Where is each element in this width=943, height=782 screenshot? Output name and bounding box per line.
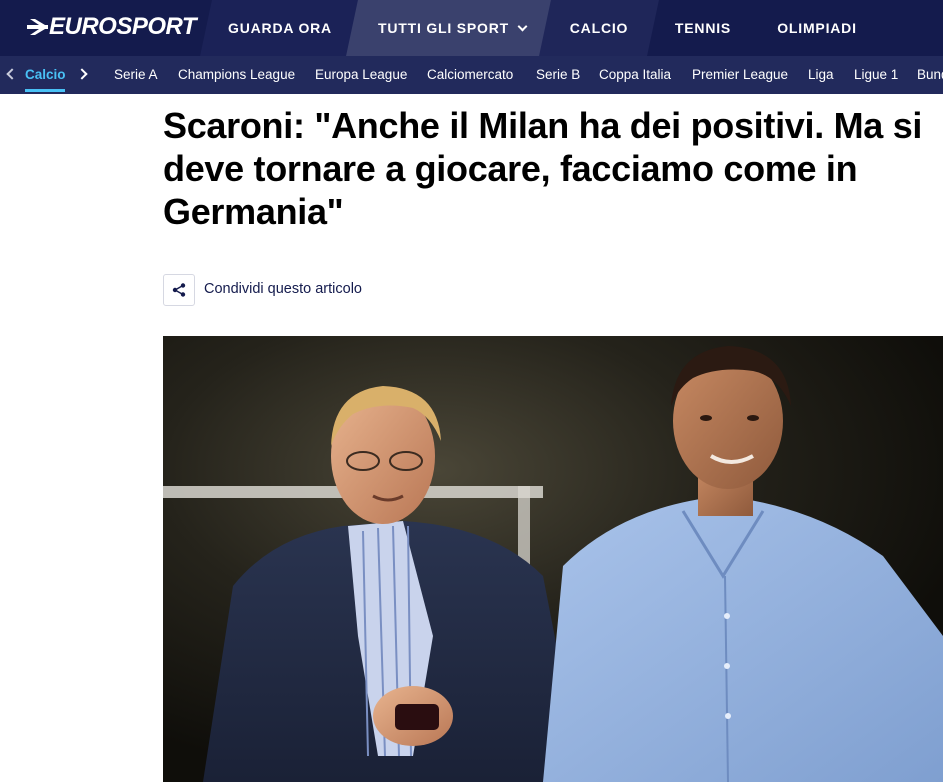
eurosport-logo[interactable]: EUROSPORT	[26, 12, 197, 42]
subnav-item-liga[interactable]: Liga	[808, 56, 834, 94]
subnav-item-serie-b[interactable]: Serie B	[536, 56, 580, 94]
eurosport-star-icon	[27, 19, 48, 35]
sub-navigation: Calcio Serie A Champions League Europa L…	[0, 56, 943, 94]
subnav-active-underline	[25, 89, 65, 92]
logo-text: EUROSPORT	[49, 13, 197, 40]
nav-tennis-label: TENNIS	[674, 20, 732, 36]
subnav-item-champions-league[interactable]: Champions League	[178, 56, 295, 94]
subnav-item-coppa-italia[interactable]: Coppa Italia	[599, 56, 671, 94]
hero-illustration	[163, 336, 943, 782]
share-button[interactable]	[163, 274, 195, 306]
chevron-right-icon[interactable]	[76, 68, 88, 80]
nav-guarda-ora-label: GUARDA ORA	[228, 20, 332, 36]
nav-olimpiadi-label: OLIMPIADI	[777, 20, 857, 36]
subnav-item-europa-league[interactable]: Europa League	[315, 56, 407, 94]
article-title: Scaroni: "Anche il Milan ha dei positivi…	[163, 105, 923, 232]
nav-calcio[interactable]: CALCIO	[552, 0, 646, 56]
top-navigation: EUROSPORT GUARDA ORA TUTTI GLI SPORT CAL…	[0, 0, 943, 56]
subnav-item-premier-league[interactable]: Premier League	[692, 56, 788, 94]
subnav-item-calciomercato[interactable]: Calciomercato	[427, 56, 513, 94]
share-label: Condividi questo articolo	[204, 281, 362, 297]
nav-olimpiadi[interactable]: OLIMPIADI	[764, 0, 870, 56]
subnav-item-ligue-1[interactable]: Ligue 1	[854, 56, 898, 94]
subnav-item-serie-a[interactable]: Serie A	[114, 56, 158, 94]
nav-tennis[interactable]: TENNIS	[660, 0, 746, 56]
subnav-item-bund[interactable]: Bund	[917, 56, 943, 94]
chevron-down-icon	[517, 21, 528, 31]
nav-guarda-ora[interactable]: GUARDA ORA	[213, 0, 347, 56]
nav-tutti-gli-sport-label: TUTTI GLI SPORT	[378, 20, 509, 36]
share-icon	[172, 283, 186, 297]
article-hero-image	[163, 336, 943, 782]
chevron-left-icon[interactable]	[6, 68, 18, 80]
nav-tutti-gli-sport[interactable]: TUTTI GLI SPORT	[362, 0, 542, 56]
nav-calcio-label: CALCIO	[569, 20, 629, 36]
